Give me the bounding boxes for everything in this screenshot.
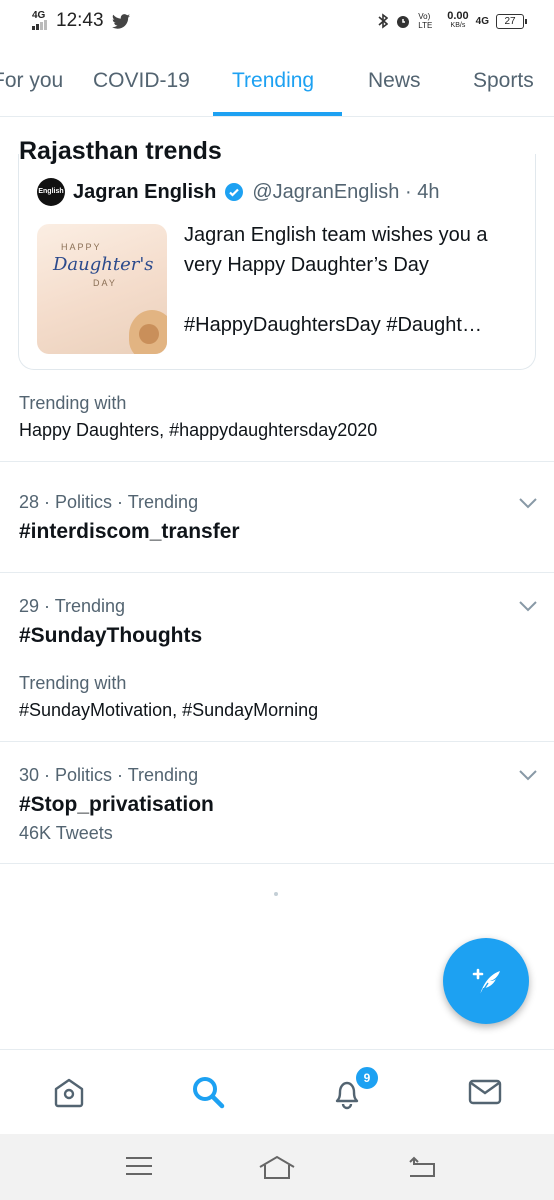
- bluetooth-icon: [378, 13, 389, 29]
- back-icon[interactable]: [406, 1154, 438, 1180]
- data-speed: 0.00 KB/s: [447, 10, 469, 30]
- chevron-down-icon[interactable]: [518, 768, 538, 782]
- trend-title[interactable]: #interdiscom_transfer: [19, 520, 240, 544]
- tweet-count: 46K Tweets: [19, 823, 113, 843]
- trending-with-value[interactable]: #SundayMotivation, #SundayMorning: [19, 700, 318, 721]
- explore-tabs: For you COVID-19 Trending News Sports: [0, 42, 554, 117]
- loading-indicator: [274, 892, 278, 896]
- battery-icon: 27: [496, 13, 527, 29]
- active-tab-indicator: [213, 112, 342, 116]
- messages-icon[interactable]: [467, 1074, 503, 1110]
- trend-title[interactable]: #SundayThoughts: [19, 624, 202, 648]
- tweet-image[interactable]: HAPPY Daughter's DAY: [37, 224, 167, 354]
- home-icon[interactable]: [51, 1074, 87, 1110]
- menu-icon[interactable]: [124, 1154, 154, 1178]
- compose-tweet-button[interactable]: [443, 938, 529, 1024]
- divider: [0, 572, 554, 573]
- divider: [0, 863, 554, 864]
- system-navigation-bar: [0, 1134, 554, 1200]
- trend-meta: 29 · Trending: [19, 596, 126, 616]
- trend-title[interactable]: #Stop_privatisation: [19, 793, 214, 817]
- chevron-down-icon[interactable]: [518, 599, 538, 613]
- signal-icon: 4G: [30, 10, 48, 32]
- network-type-2: 4G: [475, 15, 489, 27]
- divider: [0, 461, 554, 462]
- tab-trending[interactable]: Trending: [232, 42, 314, 116]
- tweet-handle: @JagranEnglish · 4h: [252, 180, 440, 203]
- tab-covid-19[interactable]: COVID-19: [93, 42, 190, 116]
- search-icon[interactable]: [190, 1074, 226, 1110]
- trend-meta: 28 · Politics · Trending: [19, 492, 199, 512]
- avatar[interactable]: English: [37, 178, 65, 206]
- tweet-author: Jagran English: [73, 180, 217, 203]
- trending-with-value[interactable]: Happy Daughters, #happydaughtersday2020: [19, 420, 377, 441]
- volte-label: Vo) LTE: [418, 12, 433, 30]
- trending-with-label: Trending with: [19, 393, 127, 413]
- tweet-hashtags[interactable]: #HappyDaughtersDay #Daught…: [184, 310, 520, 340]
- trending-with-label: Trending with: [19, 673, 127, 693]
- tweet-header: English Jagran English @JagranEnglish · …: [37, 178, 439, 206]
- tweet-text: Jagran English team wishes you a very Ha…: [184, 220, 520, 340]
- tab-sports[interactable]: Sports: [473, 42, 534, 116]
- chevron-down-icon[interactable]: [518, 496, 538, 510]
- bottom-navigation: [0, 1049, 554, 1135]
- tab-news[interactable]: News: [368, 42, 421, 116]
- divider: [0, 741, 554, 742]
- compose-feather-icon: [472, 968, 500, 996]
- verified-badge-icon: [225, 183, 244, 201]
- home-button-icon[interactable]: [258, 1154, 296, 1180]
- alarm-icon: [397, 16, 410, 28]
- trend-meta: 30 · Politics · Trending: [19, 765, 199, 785]
- tab-for-you[interactable]: For you: [0, 42, 63, 116]
- twitter-bird-icon: [111, 13, 130, 29]
- notifications-badge: 9: [354, 1065, 380, 1091]
- status-bar: 4G 12:43 Vo) LTE 0.00 KB/s 4G 27: [0, 0, 554, 42]
- clock: 12:43: [56, 10, 104, 31]
